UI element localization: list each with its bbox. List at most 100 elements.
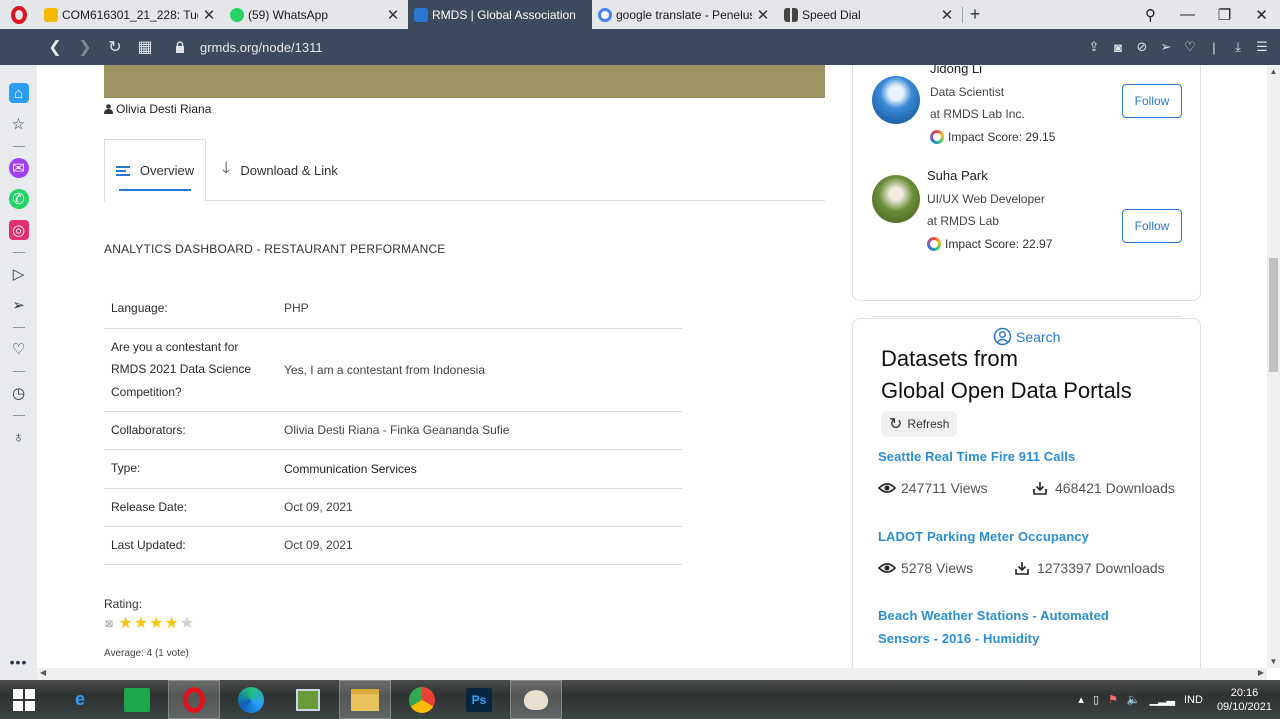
tab-speed-dial[interactable]: Speed Dial ✕ [778, 0, 962, 29]
chrome-icon[interactable] [396, 680, 448, 719]
person-role: Data Scientist [930, 84, 1005, 99]
follow-button[interactable]: Follow [1122, 84, 1182, 118]
language-indicator[interactable]: IND [1184, 694, 1203, 706]
edge-icon[interactable] [225, 680, 277, 719]
camera-icon[interactable]: ◙ [1106, 40, 1130, 55]
tab-google-translate[interactable]: google translate - Penelusu ✕ [592, 0, 778, 29]
star-icon[interactable]: ☆ [9, 114, 29, 134]
speed-dial-icon [784, 7, 798, 22]
follow-button[interactable]: Follow [1122, 209, 1182, 243]
cancel-rating-icon[interactable]: ⊠ [105, 619, 113, 630]
paint-icon[interactable] [510, 680, 562, 719]
meta-key: Collaborators: [104, 411, 277, 450]
menu-icon[interactable]: ☰ [1250, 39, 1274, 55]
internet-explorer-icon[interactable]: e [54, 680, 106, 719]
more-icon[interactable]: ••• [10, 654, 28, 670]
instagram-icon[interactable]: ◎ [8, 220, 29, 240]
scroll-left-icon[interactable]: ◀ [40, 668, 46, 677]
meta-value: Oct 09, 2021 [277, 526, 682, 565]
tab-download-link[interactable]: 🡓 Download & Link [222, 139, 338, 201]
close-tab-icon[interactable]: ✕ [756, 6, 770, 24]
close-tab-icon[interactable]: ✕ [386, 6, 400, 24]
new-tab-button[interactable]: + [963, 4, 987, 25]
heart-icon[interactable]: ♡ [1178, 39, 1202, 55]
tab-title: COM616301_21_228: Tuga [62, 7, 198, 22]
reload-button[interactable]: ↻ [100, 37, 130, 57]
volume-icon[interactable]: 🔈 [1127, 693, 1141, 706]
tab-title: google translate - Penelusu [616, 7, 752, 22]
refresh-button[interactable]: ↻ Refresh [881, 411, 958, 437]
restore-button[interactable]: ❐ [1206, 6, 1243, 24]
player-icon[interactable]: ▷ [9, 264, 29, 284]
clock[interactable]: 20:16 09/10/2021 [1217, 686, 1272, 714]
avatar[interactable] [872, 175, 920, 223]
messenger-icon[interactable]: ✉ [8, 158, 29, 178]
send-icon[interactable]: ➢ [9, 295, 29, 315]
tab-rmds[interactable]: RMDS | Global Association [408, 0, 592, 29]
send-icon[interactable]: ➢ [1154, 39, 1178, 55]
back-button[interactable]: ❮ [40, 37, 70, 57]
star-icon[interactable]: ★ [180, 616, 194, 632]
history-icon[interactable]: ◷ [9, 383, 29, 403]
scrollbar-thumb[interactable] [1269, 258, 1278, 372]
share-icon[interactable]: ⇪ [1082, 39, 1106, 55]
dataset-stats: 247711 Views 468421 Downloads [878, 480, 1175, 496]
person-name[interactable]: Suha Park [927, 165, 1052, 188]
signal-icon[interactable]: ▁▂▃ [1150, 693, 1175, 706]
dataset-title-link[interactable]: Beach Weather Stations - Automated Senso… [878, 604, 1178, 650]
scroll-right-icon[interactable]: ▶ [1258, 668, 1264, 677]
tab-moodle[interactable]: COM616301_21_228: Tuga ✕ [38, 0, 224, 29]
star-icon[interactable]: ★ [164, 616, 178, 632]
url-field[interactable]: grmds.org/node/1311 [200, 40, 323, 55]
tabs-grid-icon[interactable]: ▦ [130, 37, 160, 57]
window-controls: ⚲ — ❐ ✕ [1132, 0, 1280, 29]
table-row: Collaborators: Olivia Desti Riana - Fink… [104, 411, 682, 450]
lightbulb-icon[interactable]: ♁ [9, 427, 29, 447]
dataset-stats: 5278 Views 1273397 Downloads [878, 560, 1165, 576]
avatar[interactable] [872, 76, 920, 124]
whatsapp-icon[interactable]: ✆ [8, 189, 29, 209]
whatsapp-favicon-icon [230, 7, 244, 22]
minimize-button[interactable]: — [1169, 6, 1206, 23]
opera-taskbar-icon[interactable] [168, 680, 220, 719]
heart-icon[interactable]: ♡ [9, 339, 29, 359]
close-tab-icon[interactable]: ✕ [940, 6, 954, 24]
search-tabs-icon[interactable]: ⚲ [1132, 6, 1169, 24]
star-icon[interactable]: ★ [134, 616, 148, 632]
close-tab-icon[interactable]: ✕ [202, 6, 216, 24]
dataset-title-link[interactable]: LADOT Parking Meter Occupancy [878, 525, 1178, 548]
person-name[interactable]: Jidong Li [930, 65, 1055, 81]
author-name[interactable]: Olivia Desti Riana [116, 102, 211, 116]
horizontal-scrollbar[interactable]: ◀ ▶ [37, 668, 1267, 680]
dataset-downloads-text: 1273397 Downloads [1037, 560, 1165, 576]
meta-value-link[interactable]: Communication Services [277, 449, 682, 489]
scroll-up-icon[interactable]: ▲ [1267, 67, 1280, 76]
home-icon[interactable]: ⌂ [8, 83, 29, 103]
impact-score: Impact Score: 29.15 [930, 126, 1055, 149]
close-window-button[interactable]: ✕ [1243, 6, 1280, 24]
tab-whatsapp[interactable]: (59) WhatsApp ✕ [224, 0, 408, 29]
meta-key-line: RMDS 2021 Data Science [111, 362, 252, 377]
adblock-icon[interactable]: ⊘ [1130, 39, 1154, 55]
show-hidden-icons[interactable]: ▴ [1078, 693, 1084, 706]
windows-start-icon[interactable] [0, 680, 48, 719]
network-app-icon[interactable] [282, 680, 334, 719]
star-icon[interactable]: ★ [149, 616, 163, 632]
dataset-downloads: 468421 Downloads [1033, 480, 1175, 496]
file-explorer-icon[interactable] [339, 680, 391, 719]
opera-menu-icon[interactable] [0, 0, 38, 29]
photoshop-icon[interactable]: Ps [453, 680, 505, 719]
store-icon[interactable] [111, 680, 163, 719]
download-icon[interactable]: ⤓ [1226, 39, 1250, 55]
scroll-down-icon[interactable]: ▼ [1267, 657, 1280, 666]
vertical-scrollbar[interactable]: ▲ ▼ [1267, 65, 1280, 668]
device-icon[interactable]: ▯ [1093, 693, 1099, 706]
network-icon[interactable]: ⚑ [1108, 693, 1118, 706]
tab-overview[interactable]: Overview [104, 139, 206, 202]
sidebar-separator [12, 371, 25, 372]
meta-key: Last Updated: [104, 526, 277, 565]
star-icon[interactable]: ★ [118, 616, 132, 632]
dataset-title-link[interactable]: Seattle Real Time Fire 911 Calls [878, 445, 1178, 468]
meta-value: Olivia Desti Riana - Finka Geananda Sufi… [277, 411, 682, 450]
forward-button[interactable]: ❯ [70, 37, 100, 57]
